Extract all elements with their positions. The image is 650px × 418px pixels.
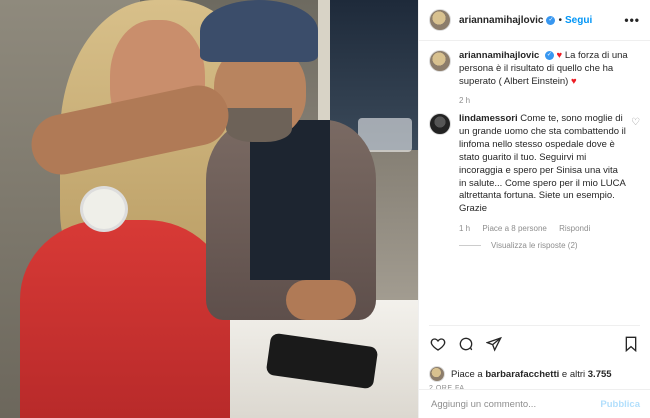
more-options-icon[interactable]: •••: [624, 13, 640, 27]
comment-body: Come te, sono moglie di un grande uomo c…: [459, 113, 626, 215]
comment-input[interactable]: [429, 397, 593, 411]
caption: ariannamihajlovic ✓ ♥ La forza di una pe…: [429, 50, 640, 105]
view-replies[interactable]: Visualizza le risposte (2): [459, 241, 626, 250]
liker-username[interactable]: barbarafacchetti: [485, 369, 559, 380]
photo-hand: [286, 280, 356, 320]
author-username[interactable]: ariannamihajlovic: [459, 15, 543, 26]
likes-count[interactable]: 3.755: [588, 369, 612, 380]
comment-text: lindamessori Come te, sono moglie di un …: [459, 113, 626, 216]
follow-button[interactable]: Segui: [565, 15, 592, 26]
caption-username[interactable]: ariannamihajlovic: [459, 50, 539, 61]
caption-meta: 2 h: [459, 96, 640, 105]
comment-time: 1 h: [459, 223, 471, 233]
comments-list: ariannamihajlovic ✓ ♥ La forza di una pe…: [419, 40, 650, 316]
bookmark-icon[interactable]: [622, 335, 640, 353]
likes-text: Piace a barbarafacchetti e altri 3.755: [451, 369, 612, 380]
post-sidebar: ariannamihajlovic ✓ • Segui ••• ariannam…: [418, 0, 650, 418]
comment-username[interactable]: lindamessori: [459, 113, 518, 124]
view-replies-label[interactable]: Visualizza le risposte (2): [491, 241, 578, 250]
post-actions: [429, 325, 640, 356]
photo-man-shirt: [250, 120, 330, 280]
verified-icon: ✓: [544, 50, 554, 60]
likes-prefix: Piace a: [451, 368, 483, 380]
post-photo[interactable]: [0, 0, 418, 418]
comment-reply-button[interactable]: Rispondi: [559, 224, 590, 233]
photo-man-beard: [226, 108, 292, 142]
comment-like-icon[interactable]: ♡: [631, 117, 640, 128]
comment-bubble-icon[interactable]: [457, 335, 475, 353]
photo-watch: [80, 186, 128, 232]
caption-time: 2 h: [459, 96, 471, 106]
replies-line: [459, 244, 481, 246]
likes-joiner: e altri: [561, 368, 586, 380]
comment-likes[interactable]: Piace a 8 persone: [482, 224, 547, 233]
share-paper-plane-icon[interactable]: [485, 335, 503, 353]
photo-woman-body: [20, 220, 230, 418]
heart-emoji-icon: ♥: [556, 50, 563, 61]
comment-avatar[interactable]: [429, 113, 451, 136]
verified-icon: ✓: [546, 15, 556, 25]
post-header: ariannamihajlovic ✓ • Segui •••: [419, 0, 650, 41]
publish-button[interactable]: Pubblica: [600, 399, 640, 410]
like-heart-icon[interactable]: [429, 335, 447, 353]
heart-emoji-icon: ♥: [570, 75, 577, 87]
likes-summary: Piace a barbarafacchetti e altri 3.755: [429, 366, 640, 382]
add-comment-bar: Pubblica: [419, 389, 650, 418]
comment-item: lindamessori Come te, sono moglie di un …: [429, 113, 640, 250]
header-separator: •: [558, 14, 562, 26]
comment-meta: 1 h Piace a 8 persone Rispondi: [459, 224, 626, 233]
caption-text: ariannamihajlovic ✓ ♥ La forza di una pe…: [459, 50, 640, 88]
photo-man-cap: [200, 0, 318, 62]
instagram-post: ariannamihajlovic ✓ • Segui ••• ariannam…: [0, 0, 650, 418]
caption-avatar[interactable]: [429, 50, 451, 72]
liker-avatar[interactable]: [429, 366, 445, 382]
author-avatar[interactable]: [429, 9, 451, 31]
